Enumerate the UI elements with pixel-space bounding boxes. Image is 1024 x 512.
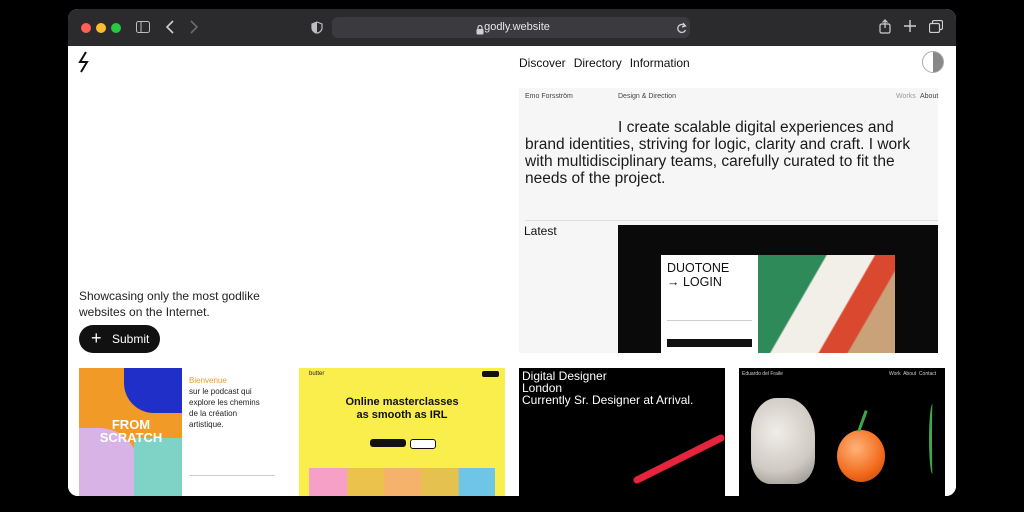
butter-button-dark <box>370 439 406 447</box>
orange-sculpture <box>837 430 885 482</box>
butter-button-light <box>410 439 436 449</box>
green-stem <box>929 404 936 474</box>
submit-label: Submit <box>112 332 150 346</box>
close-window-button[interactable] <box>81 23 91 33</box>
featured-role: Design & Direction <box>618 93 676 100</box>
duotone-title-word: LOGIN <box>682 275 722 289</box>
reload-icon[interactable] <box>676 21 687 39</box>
scratch-blue-shape <box>124 368 182 413</box>
scratch-teal-shape <box>134 438 182 496</box>
submit-button[interactable]: + Submit <box>79 325 160 353</box>
duotone-title-line2: → LOGIN <box>667 275 729 289</box>
tabs-icon[interactable] <box>928 19 944 35</box>
new-tab-icon[interactable] <box>904 20 916 34</box>
back-icon[interactable] <box>165 20 174 36</box>
browser-titlebar: godly.website <box>68 9 956 46</box>
main-nav: Discover Directory Information <box>519 56 690 70</box>
sidebar-icon[interactable] <box>136 21 150 35</box>
nav-item-directory[interactable]: Directory <box>574 56 622 70</box>
duotone-login-panel: DUOTONE → LOGIN <box>661 255 758 353</box>
duotone-login-title: DUOTONE → LOGIN <box>667 261 729 289</box>
fraile-brand: Eduardo del Fraile <box>742 371 783 377</box>
red-stroke-graphic <box>633 434 725 484</box>
address-bar[interactable]: godly.website <box>332 17 690 38</box>
arrow-right-icon: → <box>667 275 680 289</box>
featured-works-link: Works <box>896 93 916 100</box>
featured-site-card[interactable]: Emo Forsström Design & Direction Works A… <box>519 88 938 353</box>
shield-icon[interactable] <box>311 21 323 36</box>
duotone-photo <box>758 255 895 353</box>
zoom-window-button[interactable] <box>111 23 121 33</box>
site-thumb-digital-designer[interactable]: Digital Designer London Currently Sr. De… <box>519 368 725 496</box>
browser-window: godly.website Discover Directory Informa… <box>68 9 956 496</box>
nav-item-information[interactable]: Information <box>630 56 690 70</box>
featured-divider <box>525 220 938 221</box>
butter-brand: butter <box>309 371 325 377</box>
featured-author: Emo Forsström <box>525 93 573 100</box>
featured-latest-label: Latest <box>524 224 557 238</box>
duotone-input-line <box>667 320 752 321</box>
butter-cta-pill <box>482 371 499 377</box>
duotone-title-line1: DUOTONE <box>667 261 730 275</box>
designer-line3: Currently Sr. Designer at Arrival. <box>522 393 694 407</box>
forward-icon[interactable] <box>190 20 199 36</box>
butter-video-strip <box>309 468 495 496</box>
hero-tagline: Showcasing only the most godlike website… <box>79 289 260 319</box>
theme-toggle-avatar[interactable] <box>922 51 944 73</box>
url-text: godly.website <box>484 21 550 33</box>
ceramic-ape-sculpture <box>751 398 815 484</box>
plus-icon: + <box>91 328 102 348</box>
scratch-art: FROM SCRATCH <box>79 368 182 496</box>
scratch-footer-line <box>189 475 275 476</box>
orange-stem <box>857 410 868 432</box>
share-icon[interactable] <box>879 19 891 36</box>
site-thumb-butter[interactable]: butter Online masterclasses as smooth as… <box>299 368 505 496</box>
featured-latest-image: DUOTONE → LOGIN <box>618 225 938 353</box>
featured-intro: I create scalable digital experiences an… <box>525 119 911 187</box>
page-content: Discover Directory Information Showcasin… <box>68 46 956 496</box>
featured-about-link: About <box>920 93 939 100</box>
nav-item-discover[interactable]: Discover <box>519 56 566 70</box>
butter-title: Online masterclasses as smooth as IRL <box>345 396 459 421</box>
site-thumb-from-scratch[interactable]: FROM SCRATCH Bienvenue sur le podcast qu… <box>79 368 285 496</box>
duotone-login-bar <box>667 339 752 347</box>
scratch-body: sur le podcast qui explore les chemins d… <box>189 387 260 429</box>
scratch-art-title: FROM SCRATCH <box>91 418 171 444</box>
scratch-heading: Bienvenue <box>189 376 227 385</box>
bolt-logo-icon[interactable] <box>78 51 90 78</box>
fraile-menu: Work About Contact <box>889 371 937 377</box>
scratch-art-line2: SCRATCH <box>99 430 163 445</box>
site-thumb-eduardo-del-fraile[interactable]: Eduardo del Fraile Work About Contact <box>739 368 945 496</box>
minimize-window-button[interactable] <box>96 23 106 33</box>
